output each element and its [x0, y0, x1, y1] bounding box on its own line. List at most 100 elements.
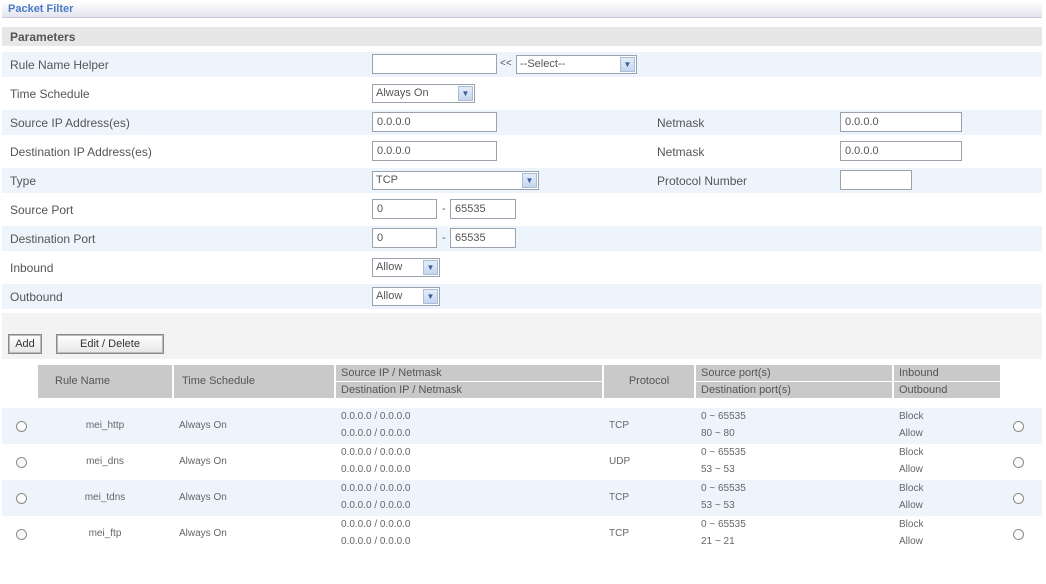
protocol-cell: TCP — [609, 492, 629, 503]
th-source-ports: Source port(s) — [696, 365, 892, 381]
chevron-down-icon: ▼ — [458, 86, 473, 101]
inbound-cell: Block — [899, 447, 924, 458]
destination-ip-cell: 0.0.0.0 / 0.0.0.0 — [341, 464, 411, 475]
th-protocol: Protocol — [604, 365, 694, 398]
row-select-radio-right[interactable] — [1013, 493, 1024, 504]
destination-port-cell: 80 ~ 80 — [701, 428, 735, 439]
destination-ip-cell: 0.0.0.0 / 0.0.0.0 — [341, 500, 411, 511]
outbound-cell: Allow — [899, 464, 923, 475]
chevron-down-icon: ▼ — [522, 173, 537, 188]
source-port-to-input[interactable]: 65535 — [450, 199, 516, 219]
page-titlebar: Packet Filter — [2, 2, 1042, 18]
destination-port-to-input[interactable]: 65535 — [450, 228, 516, 248]
source-port-cell: 0 ~ 65535 — [701, 411, 746, 422]
schedule-cell: Always On — [179, 420, 227, 431]
protocol-cell: TCP — [609, 420, 629, 431]
rule-name-label: Rule Name Helper — [10, 58, 109, 72]
add-button[interactable]: Add — [8, 334, 42, 354]
outbound-cell: Allow — [899, 500, 923, 511]
time-schedule-value: Always On — [376, 87, 429, 99]
source-netmask-label: Netmask — [657, 116, 705, 130]
destination-port-row: Destination Port 0 - 65535 — [2, 226, 1042, 251]
source-netmask-input[interactable]: 0.0.0.0 — [840, 112, 962, 132]
rule-name-row: Rule Name Helper << --Select-- ▼ — [2, 52, 1042, 77]
source-port-from-input[interactable]: 0 — [372, 199, 437, 219]
source-ip-cell: 0.0.0.0 / 0.0.0.0 — [341, 411, 411, 422]
time-schedule-select[interactable]: Always On ▼ — [372, 84, 475, 103]
th-destination-ip: Destination IP / Netmask — [336, 382, 602, 398]
source-port-row: Source Port 0 - 65535 — [2, 197, 1042, 222]
parameters-section: Parameters — [2, 27, 1042, 46]
destination-ip-cell: 0.0.0.0 / 0.0.0.0 — [341, 536, 411, 547]
outbound-label: Outbound — [10, 290, 63, 304]
destination-netmask-input[interactable]: 0.0.0.0 — [840, 141, 962, 161]
destination-port-label: Destination Port — [10, 232, 96, 246]
source-ip-cell: 0.0.0.0 / 0.0.0.0 — [341, 447, 411, 458]
source-port-dash: - — [442, 203, 446, 215]
destination-port-cell: 53 ~ 53 — [701, 464, 735, 475]
edit-delete-button[interactable]: Edit / Delete — [56, 334, 164, 354]
chevron-down-icon: ▼ — [423, 289, 438, 304]
source-port-cell: 0 ~ 65535 — [701, 483, 746, 494]
schedule-cell: Always On — [179, 492, 227, 503]
type-value: TCP — [376, 174, 398, 186]
row-select-radio-right[interactable] — [1013, 421, 1024, 432]
source-ip-cell: 0.0.0.0 / 0.0.0.0 — [341, 483, 411, 494]
destination-port-from-input[interactable]: 0 — [372, 228, 437, 248]
row-select-radio[interactable] — [16, 529, 27, 540]
source-port-cell: 0 ~ 65535 — [701, 447, 746, 458]
rule-name-cell: mei_http — [85, 420, 125, 431]
rule-name-cell: mei_dns — [86, 456, 124, 467]
source-ip-label: Source IP Address(es) — [10, 116, 130, 130]
row-select-radio[interactable] — [16, 493, 27, 504]
schedule-cell: Always On — [179, 456, 227, 467]
chevron-down-icon: ▼ — [620, 57, 635, 72]
outbound-value: Allow — [376, 290, 403, 302]
protocol-number-label: Protocol Number — [657, 174, 748, 188]
destination-ip-label: Destination IP Address(es) — [10, 145, 152, 159]
type-select[interactable]: TCP ▼ — [372, 171, 539, 190]
time-schedule-label: Time Schedule — [10, 87, 90, 101]
type-row: Type TCP ▼ Protocol Number — [2, 168, 1042, 193]
th-rule-name: Rule Name — [38, 365, 172, 398]
type-label: Type — [10, 174, 37, 188]
time-schedule-row: Time Schedule Always On ▼ — [2, 81, 1042, 106]
protocol-number-input[interactable] — [840, 170, 912, 190]
schedule-cell: Always On — [179, 528, 227, 539]
inbound-value: Allow — [376, 261, 403, 273]
rule-name-cell: mei_ftp — [88, 528, 122, 539]
destination-ip-input[interactable]: 0.0.0.0 — [372, 141, 497, 161]
rule-name-helper-select[interactable]: --Select-- ▼ — [516, 55, 637, 74]
inbound-cell: Block — [899, 411, 924, 422]
outbound-select[interactable]: Allow ▼ — [372, 287, 440, 306]
outbound-cell: Allow — [899, 536, 923, 547]
destination-netmask-label: Netmask — [657, 145, 705, 159]
th-destination-ports: Destination port(s) — [696, 382, 892, 398]
th-inbound: Inbound — [894, 365, 1000, 381]
inbound-cell: Block — [899, 483, 924, 494]
source-ip-input[interactable]: 0.0.0.0 — [372, 112, 497, 132]
source-port-cell: 0 ~ 65535 — [701, 519, 746, 530]
destination-port-cell: 21 ~ 21 — [701, 536, 735, 547]
destination-ip-row: Destination IP Address(es) 0.0.0.0 Netma… — [2, 139, 1042, 164]
source-port-label: Source Port — [10, 203, 74, 217]
th-time-schedule: Time Schedule — [174, 365, 334, 398]
chevron-down-icon: ▼ — [423, 260, 438, 275]
outbound-row: Outbound Allow ▼ — [2, 284, 1042, 309]
destination-port-cell: 53 ~ 53 — [701, 500, 735, 511]
page-title: Packet Filter — [8, 3, 74, 15]
inbound-select[interactable]: Allow ▼ — [372, 258, 440, 277]
rule-name-input[interactable] — [372, 54, 497, 74]
row-select-radio-right[interactable] — [1013, 457, 1024, 468]
row-select-radio[interactable] — [16, 457, 27, 468]
protocol-cell: TCP — [609, 528, 629, 539]
row-select-radio-right[interactable] — [1013, 529, 1024, 540]
inbound-row: Inbound Allow ▼ — [2, 255, 1042, 280]
row-select-radio[interactable] — [16, 421, 27, 432]
helper-arrows: << — [500, 58, 512, 69]
outbound-cell: Allow — [899, 428, 923, 439]
th-source-ip: Source IP / Netmask — [336, 365, 602, 381]
source-ip-row: Source IP Address(es) 0.0.0.0 Netmask 0.… — [2, 110, 1042, 135]
source-ip-cell: 0.0.0.0 / 0.0.0.0 — [341, 519, 411, 530]
rule-name-helper-value: --Select-- — [520, 58, 566, 70]
